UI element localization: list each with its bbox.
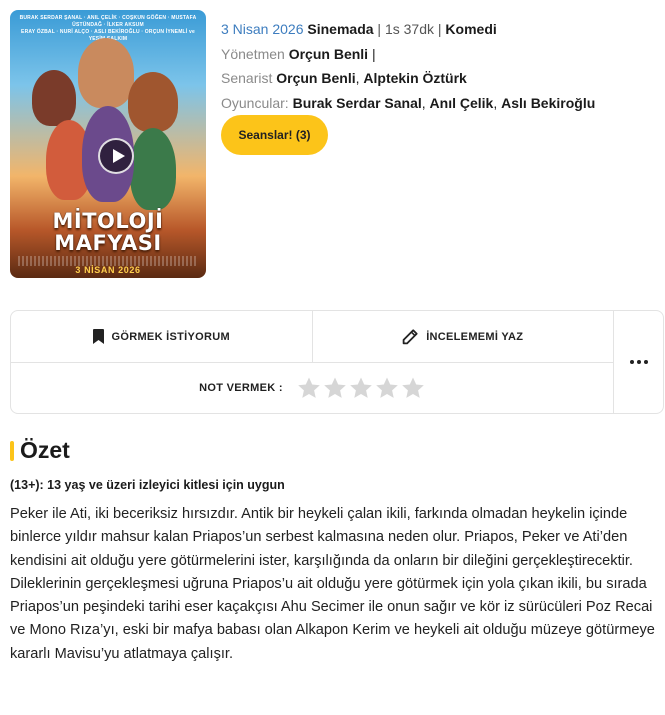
bookmark-icon — [92, 329, 104, 344]
poster-title: MİTOLOJİ MAFYASI — [52, 209, 164, 255]
rating-label: NOT VERMEK : — [199, 382, 283, 394]
star-icon[interactable] — [375, 376, 399, 400]
action-panel: GÖRMEK İSTİYORUM İNCELEMEMİ YAZ NOT VERM… — [10, 310, 664, 414]
more-dots-icon — [630, 360, 648, 364]
cast-link[interactable]: Aslı Bekiroğlu — [501, 95, 595, 111]
director-label: Yönetmen — [221, 45, 285, 62]
summary-heading: Özet — [10, 437, 70, 464]
action-row: GÖRMEK İSTİYORUM İNCELEMEMİ YAZ — [11, 311, 613, 363]
write-review-button[interactable]: İNCELEMEMİ YAZ — [311, 311, 614, 362]
play-trailer-button[interactable] — [98, 138, 134, 174]
poster-figure — [128, 72, 178, 132]
meta-line: 3 Nisan 2026 Sinemada | 1s 37dk | Komedi — [221, 17, 595, 42]
duration-text: | 1s 37dk | — [373, 21, 446, 37]
cast-link[interactable]: Burak Serdar Sanal — [293, 95, 422, 111]
release-date-link[interactable]: 3 Nisan 2026 — [221, 21, 304, 37]
director-line: Yönetmen Orçun Benli | — [221, 45, 376, 62]
cast-line: Oyuncular: Burak Serdar Sanal, Anıl Çeli… — [221, 94, 596, 111]
star-icon[interactable] — [349, 376, 373, 400]
star-icon[interactable] — [401, 376, 425, 400]
rating-stars[interactable] — [297, 376, 425, 400]
age-rating: (13+): 13 yaş ve üzeri izleyici kitlesi … — [10, 478, 285, 492]
poster-release-date: 3 NİSAN 2026 — [75, 265, 141, 275]
director-link[interactable]: Orçun Benli — [289, 46, 368, 62]
poster-figure — [78, 38, 134, 108]
summary-title: Özet — [20, 437, 70, 463]
review-label: İNCELEMEMİ YAZ — [426, 330, 524, 343]
poster-figure — [32, 70, 76, 126]
star-icon[interactable] — [323, 376, 347, 400]
star-icon[interactable] — [297, 376, 321, 400]
genre-link[interactable]: Komedi — [445, 21, 496, 37]
cast-label: Oyuncular: — [221, 94, 289, 111]
showtimes-button[interactable]: Seanslar! (3) — [221, 115, 328, 155]
poster-figure — [130, 128, 176, 210]
movie-poster[interactable]: BURAK SERDAR ŞANAL · ANIL ÇELİK · COŞKUN… — [10, 10, 206, 278]
heading-accent-bar — [10, 440, 14, 461]
writer-link[interactable]: Alptekin Öztürk — [363, 70, 466, 86]
watchlist-button[interactable]: GÖRMEK İSTİYORUM — [11, 311, 312, 362]
writer-label: Senarist — [221, 70, 273, 86]
writer-link[interactable]: Orçun Benli — [276, 70, 355, 86]
more-options-button[interactable] — [613, 311, 664, 413]
venue-text: Sinemada — [307, 21, 374, 37]
writer-line: Senarist Orçun Benli, Alptekin Öztürk — [221, 70, 467, 86]
cast-link[interactable]: Anıl Çelik — [430, 95, 494, 111]
summary-text: Peker ile Ati, iki beceriksiz hırsızdır.… — [10, 506, 655, 662]
pencil-icon — [402, 328, 418, 344]
rating-row: NOT VERMEK : — [11, 363, 613, 413]
watchlist-label: GÖRMEK İSTİYORUM — [111, 330, 230, 343]
movie-info: 3 Nisan 2026 Sinemada | 1s 37dk | Komedi… — [221, 17, 595, 115]
